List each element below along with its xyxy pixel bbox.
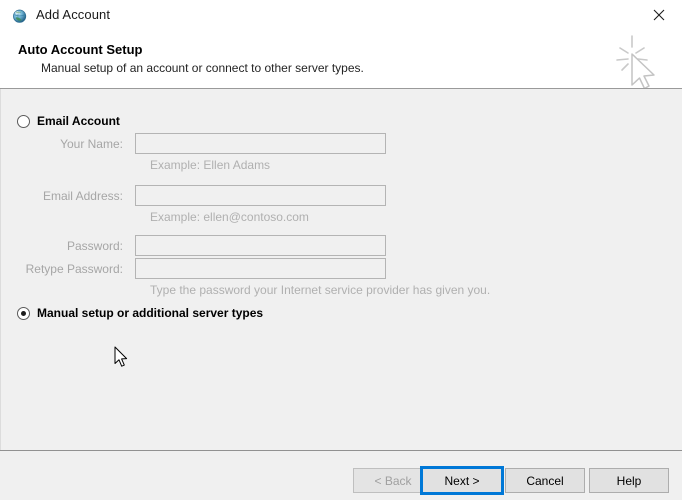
globe-icon — [12, 8, 28, 24]
password-label: Password: — [66, 239, 123, 253]
email-address-hint: Example: ellen@contoso.com — [150, 210, 309, 224]
retype-password-input[interactable] — [135, 258, 386, 279]
title-bar: Add Account — [0, 0, 682, 32]
radio-manual-setup-label: Manual setup or additional server types — [37, 306, 264, 320]
password-input[interactable] — [135, 235, 386, 256]
your-name-hint: Example: Ellen Adams — [150, 158, 271, 172]
close-icon — [653, 9, 665, 21]
close-button[interactable] — [636, 0, 682, 30]
email-address-label: Email Address: — [42, 189, 123, 203]
page-subtitle: Manual setup of an account or connect to… — [41, 61, 364, 75]
next-button[interactable]: Next > — [422, 468, 502, 493]
cancel-button[interactable]: Cancel — [505, 468, 585, 493]
email-address-input[interactable] — [135, 185, 386, 206]
retype-password-hint: Type the password your Internet service … — [150, 283, 491, 297]
radio-email-account-label: Email Account — [37, 114, 120, 128]
help-button[interactable]: Help — [589, 468, 669, 493]
dialog-body: Email Account Your Name: Example: Ellen … — [0, 89, 682, 450]
page-title: Auto Account Setup — [18, 42, 143, 57]
radio-email-account-indicator — [17, 114, 30, 128]
radio-manual-setup[interactable]: Manual setup or additional server types — [17, 306, 263, 320]
window-title: Add Account — [36, 7, 111, 22]
dialog-footer: < Back Next > Cancel Help — [0, 451, 682, 500]
retype-password-label: Retype Password: — [25, 262, 123, 276]
back-button[interactable]: < Back — [353, 468, 433, 493]
your-name-label: Your Name: — [60, 137, 123, 151]
cursor-sparkle-icon — [602, 34, 664, 90]
radio-manual-setup-indicator — [17, 306, 30, 320]
wizard-header: Auto Account Setup Manual setup of an ac… — [0, 32, 682, 90]
radio-email-account[interactable]: Email Account — [17, 114, 120, 128]
your-name-input[interactable] — [135, 133, 386, 154]
add-account-dialog: Add Account Auto Account Setup Manual se… — [0, 0, 682, 500]
